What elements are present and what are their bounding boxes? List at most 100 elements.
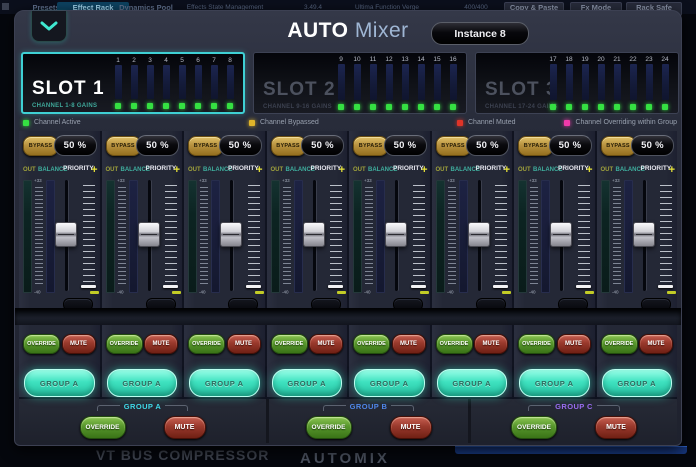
override-button[interactable]: OVERRIDE bbox=[601, 334, 638, 354]
group-override-button[interactable]: OVERRIDE bbox=[80, 416, 126, 439]
fader-knob[interactable] bbox=[220, 222, 242, 247]
fader-knob[interactable] bbox=[385, 222, 407, 247]
channel-active-led bbox=[662, 104, 668, 110]
priority-scale[interactable] bbox=[165, 185, 177, 282]
group-assign-button[interactable]: GROUP A bbox=[519, 369, 590, 397]
group-assign-button[interactable]: GROUP A bbox=[602, 369, 673, 397]
mute-button[interactable]: MUTE bbox=[227, 334, 261, 354]
fader-knob[interactable] bbox=[633, 222, 655, 247]
channel-gain-bar bbox=[434, 64, 441, 100]
priority-handle[interactable] bbox=[493, 285, 508, 288]
slot-channel: 16 bbox=[445, 55, 461, 110]
priority-scale[interactable] bbox=[578, 185, 590, 282]
group-assign-button[interactable]: GROUP A bbox=[107, 369, 178, 397]
channel-gain-bar bbox=[370, 64, 377, 100]
fader-knob[interactable] bbox=[550, 222, 572, 247]
priority-scale[interactable] bbox=[660, 185, 672, 282]
gain-fader[interactable] bbox=[554, 180, 568, 291]
gain-fader[interactable] bbox=[142, 180, 156, 291]
fader-zone: +33 -40 bbox=[432, 178, 513, 298]
group-caption: GROUP C bbox=[471, 402, 677, 411]
channel-active-led bbox=[614, 104, 620, 110]
slot-channel: 13 bbox=[397, 55, 413, 110]
priority-scale[interactable] bbox=[248, 185, 260, 282]
priority-handle[interactable] bbox=[81, 285, 96, 288]
priority-handle[interactable] bbox=[411, 285, 426, 288]
bypass-button[interactable]: BYPASS bbox=[353, 136, 388, 156]
slot-title: SLOT 2 bbox=[263, 79, 336, 101]
group-assign-button[interactable]: GROUP A bbox=[437, 369, 508, 397]
mute-button[interactable]: MUTE bbox=[557, 334, 591, 354]
instance-selector[interactable]: Instance 8 bbox=[431, 22, 529, 45]
group-mute-button[interactable]: MUTE bbox=[595, 416, 637, 439]
override-button[interactable]: OVERRIDE bbox=[518, 334, 555, 354]
gain-fader[interactable] bbox=[472, 180, 486, 291]
bracket-left bbox=[528, 405, 551, 411]
priority-handle[interactable] bbox=[658, 285, 673, 288]
channel-active-led bbox=[646, 104, 652, 110]
priority-plus-marker: + bbox=[586, 165, 592, 176]
gain-fader[interactable] bbox=[307, 180, 321, 291]
priority-handle[interactable] bbox=[246, 285, 261, 288]
override-button[interactable]: OVERRIDE bbox=[23, 334, 60, 354]
slot-panel-1[interactable]: SLOT 1 CHANNEL 1-8 GAINS 12345678 bbox=[21, 52, 245, 114]
mute-button[interactable]: MUTE bbox=[474, 334, 508, 354]
slot-panel-3[interactable]: SLOT 3 CHANNEL 17-24 GAINS 1718192021222… bbox=[475, 52, 679, 114]
bypass-button[interactable]: BYPASS bbox=[23, 136, 58, 156]
channel-strip: BYPASS 50 % OUT BALANCE PRIORITY + +33 -… bbox=[102, 131, 185, 397]
group-override-button[interactable]: OVERRIDE bbox=[511, 416, 557, 439]
fader-knob[interactable] bbox=[303, 222, 325, 247]
priority-handle[interactable] bbox=[163, 285, 178, 288]
bracket-left bbox=[97, 405, 120, 411]
group-mute-button[interactable]: MUTE bbox=[390, 416, 432, 439]
mute-button[interactable]: MUTE bbox=[62, 334, 96, 354]
mute-button[interactable]: MUTE bbox=[309, 334, 343, 354]
bypass-button[interactable]: BYPASS bbox=[518, 136, 553, 156]
slot-channel: 5 bbox=[174, 56, 190, 109]
override-button[interactable]: OVERRIDE bbox=[106, 334, 143, 354]
gain-fader[interactable] bbox=[59, 180, 73, 291]
fader-knob[interactable] bbox=[468, 222, 490, 247]
channel-strip: BYPASS 50 % OUT BALANCE PRIORITY + +33 -… bbox=[432, 131, 515, 397]
mute-button[interactable]: MUTE bbox=[144, 334, 178, 354]
group-assign-button[interactable]: GROUP A bbox=[189, 369, 260, 397]
priority-label: PRIORITY bbox=[476, 165, 507, 172]
group-assign-button[interactable]: GROUP A bbox=[272, 369, 343, 397]
priority-handle[interactable] bbox=[576, 285, 591, 288]
slot-panel-2[interactable]: SLOT 2 CHANNEL 9-16 GAINS 91011121314151… bbox=[253, 52, 467, 114]
priority-scale[interactable] bbox=[413, 185, 425, 282]
group-assign-button[interactable]: GROUP A bbox=[24, 369, 95, 397]
bypass-button[interactable]: BYPASS bbox=[188, 136, 223, 156]
legend-row: Channel Active Channel Bypassed Channel … bbox=[15, 117, 681, 131]
fader-knob[interactable] bbox=[138, 222, 160, 247]
bracket-right bbox=[391, 405, 414, 411]
channel-active-led bbox=[179, 103, 185, 109]
priority-scale[interactable] bbox=[495, 185, 507, 282]
channel-gain-bar bbox=[179, 65, 186, 99]
gain-fader[interactable] bbox=[224, 180, 238, 291]
group-override-button[interactable]: OVERRIDE bbox=[306, 416, 352, 439]
priority-min-marker bbox=[172, 291, 181, 294]
scale-bottom-label: -40 bbox=[364, 291, 371, 296]
channel-gain-bar bbox=[211, 65, 218, 99]
fader-knob[interactable] bbox=[55, 222, 77, 247]
priority-handle[interactable] bbox=[328, 285, 343, 288]
channel-number: 1 bbox=[116, 56, 120, 65]
gain-fader[interactable] bbox=[637, 180, 651, 291]
mute-button[interactable]: MUTE bbox=[639, 334, 673, 354]
priority-scale[interactable] bbox=[83, 185, 95, 282]
override-button[interactable]: OVERRIDE bbox=[271, 334, 308, 354]
slot-channel: 4 bbox=[158, 56, 174, 109]
group-assign-button[interactable]: GROUP A bbox=[354, 369, 425, 397]
out-label: OUT bbox=[353, 167, 366, 173]
priority-scale[interactable] bbox=[330, 185, 342, 282]
gain-fader[interactable] bbox=[389, 180, 403, 291]
override-button[interactable]: OVERRIDE bbox=[353, 334, 390, 354]
mute-button[interactable]: MUTE bbox=[392, 334, 426, 354]
slot-channel: 19 bbox=[577, 55, 593, 110]
override-button[interactable]: OVERRIDE bbox=[436, 334, 473, 354]
out-label: OUT bbox=[188, 167, 201, 173]
group-mute-button[interactable]: MUTE bbox=[164, 416, 206, 439]
override-button[interactable]: OVERRIDE bbox=[188, 334, 225, 354]
strip-labels: OUT BALANCE PRIORITY + bbox=[349, 164, 430, 177]
